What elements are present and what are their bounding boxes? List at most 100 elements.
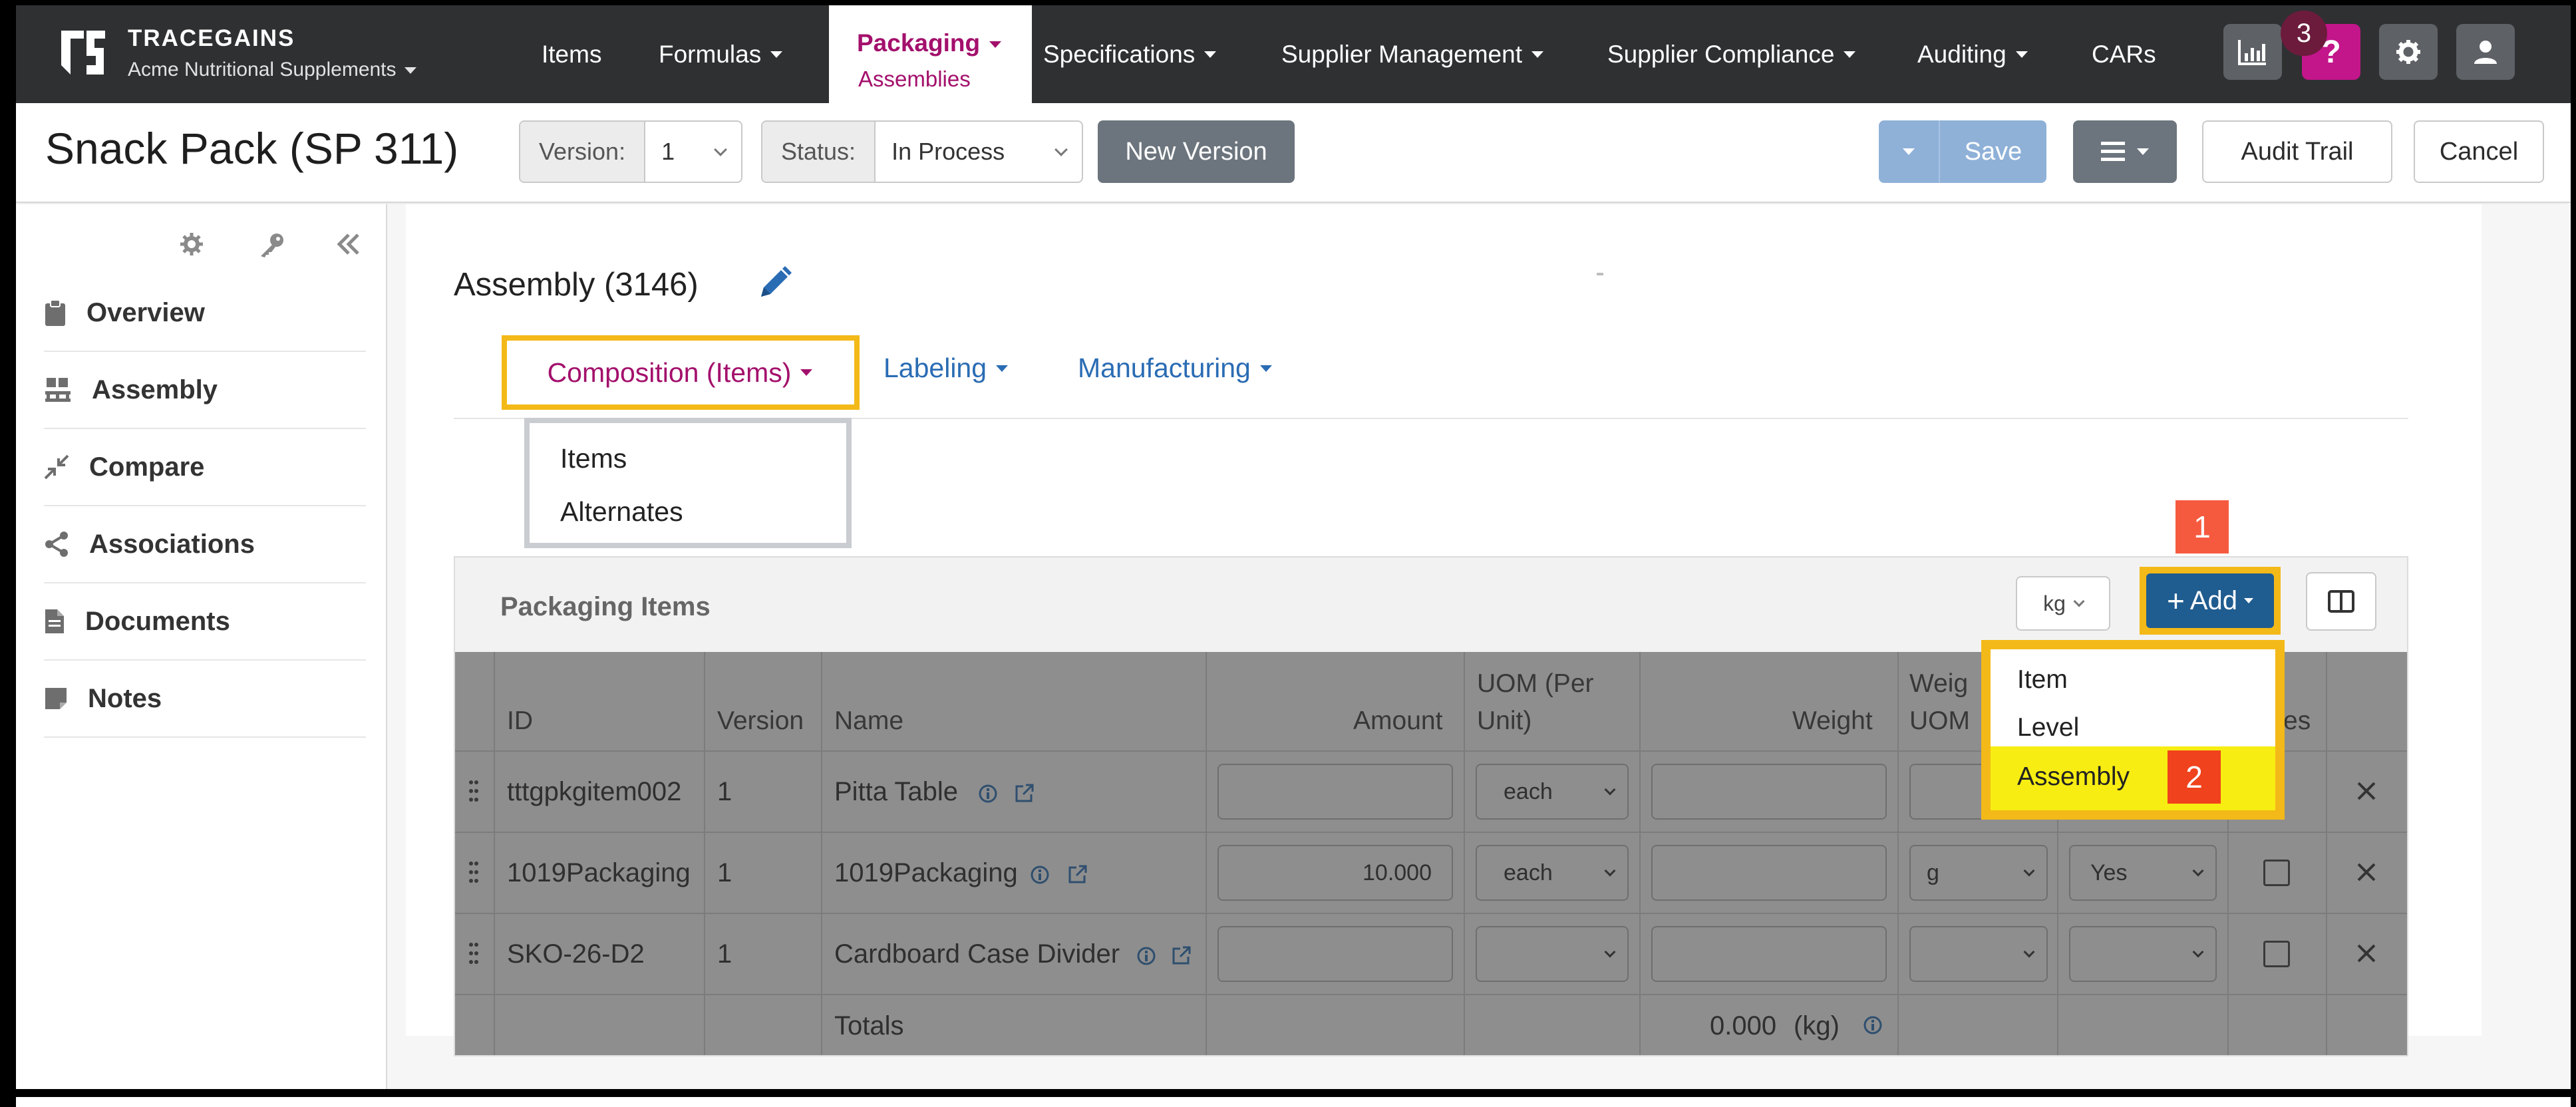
cell-id: tttgpkgitem002 bbox=[507, 777, 682, 806]
column-header-uom-line2[interactable]: Unit) bbox=[1477, 707, 1531, 736]
column-header-amount[interactable]: Amount bbox=[1353, 707, 1442, 736]
info-icon[interactable] bbox=[978, 784, 998, 804]
page-title: Snack Pack (SP 311) bbox=[45, 124, 459, 173]
drag-handle-icon[interactable] bbox=[468, 780, 479, 802]
tab-manufacturing[interactable]: Manufacturing bbox=[1078, 353, 1272, 384]
window-border bbox=[0, 1089, 2576, 1097]
nav-supplier-compliance[interactable]: Supplier Compliance bbox=[1607, 5, 1856, 103]
chevron-down-icon bbox=[2023, 865, 2035, 877]
external-link-icon[interactable] bbox=[1067, 864, 1088, 885]
column-header-notes[interactable]: es bbox=[2283, 707, 2311, 736]
analytics-button[interactable] bbox=[2223, 24, 2282, 80]
collapse-sidebar-icon[interactable] bbox=[335, 232, 362, 256]
version-select[interactable]: Version: 1 bbox=[519, 120, 742, 183]
sidebar-item-associations[interactable]: Associations bbox=[44, 506, 366, 583]
close-icon[interactable] bbox=[2356, 943, 2376, 963]
column-header-version[interactable]: Version bbox=[717, 707, 804, 736]
save-options-button[interactable] bbox=[1879, 120, 1940, 183]
step-callout-1: 1 bbox=[2175, 500, 2229, 554]
sidebar-item-assembly[interactable]: Assembly bbox=[44, 352, 366, 429]
weight-input[interactable] bbox=[1651, 926, 1887, 982]
key-icon[interactable] bbox=[258, 231, 286, 259]
gear-icon[interactable] bbox=[178, 231, 205, 257]
uom-select[interactable]: kg bbox=[2016, 576, 2110, 631]
external-link-icon[interactable] bbox=[1171, 945, 1192, 966]
tracegains-logo-icon[interactable] bbox=[57, 25, 109, 79]
chevron-down-icon bbox=[1844, 51, 1856, 58]
nav-packaging[interactable]: Packaging Assemblies bbox=[829, 5, 1032, 103]
flag-select[interactable] bbox=[2069, 926, 2217, 982]
add-button[interactable]: + Add bbox=[2146, 573, 2274, 628]
org-switcher[interactable]: Acme Nutritional Supplements bbox=[128, 59, 416, 81]
info-icon[interactable] bbox=[1863, 1015, 1883, 1035]
weight-input[interactable] bbox=[1651, 764, 1887, 820]
drag-handle-icon[interactable] bbox=[468, 861, 479, 883]
add-menu-item[interactable]: Item bbox=[2017, 665, 2068, 695]
close-icon[interactable] bbox=[2356, 862, 2376, 882]
info-icon[interactable] bbox=[1136, 946, 1156, 966]
nav-formulas[interactable]: Formulas bbox=[659, 5, 783, 103]
column-header-name[interactable]: Name bbox=[834, 707, 903, 736]
flag-select[interactable]: Yes bbox=[2069, 845, 2217, 901]
tab-composition[interactable]: Composition (Items) bbox=[506, 339, 854, 406]
column-header-uom-line1[interactable]: UOM (Per bbox=[1477, 669, 1594, 699]
menu-item-items[interactable]: Items bbox=[560, 443, 627, 474]
nav-specifications-label: Specifications bbox=[1043, 40, 1196, 68]
weight-uom-select[interactable] bbox=[1909, 926, 2048, 982]
note-icon[interactable] bbox=[2263, 941, 2290, 967]
external-link-icon[interactable] bbox=[1014, 782, 1035, 804]
row-divider bbox=[455, 994, 2407, 995]
cell-version: 1 bbox=[717, 858, 732, 887]
nav-supplier-management[interactable]: Supplier Management bbox=[1281, 5, 1543, 103]
add-menu-level[interactable]: Level bbox=[2017, 713, 2079, 742]
pencil-icon[interactable] bbox=[756, 265, 793, 302]
status-value: In Process bbox=[891, 138, 1005, 165]
note-icon[interactable] bbox=[2263, 860, 2290, 886]
sidebar-item-label: Notes bbox=[88, 683, 162, 713]
nav-specifications[interactable]: Specifications bbox=[1043, 5, 1217, 103]
user-menu-button[interactable] bbox=[2456, 24, 2515, 80]
amount-input[interactable]: 10.000 bbox=[1217, 845, 1453, 901]
weight-uom-select[interactable] bbox=[1909, 764, 1989, 820]
chevron-down-icon bbox=[989, 41, 1002, 49]
weight-input[interactable] bbox=[1651, 845, 1887, 901]
status-select[interactable]: Status: In Process bbox=[761, 120, 1083, 183]
chevron-down-icon bbox=[1204, 51, 1217, 58]
amount-input[interactable] bbox=[1217, 764, 1453, 820]
user-icon bbox=[2474, 41, 2497, 64]
cancel-button[interactable]: Cancel bbox=[2414, 120, 2544, 183]
nav-items[interactable]: Items bbox=[542, 5, 601, 103]
audit-trail-button[interactable]: Audit Trail bbox=[2202, 120, 2392, 183]
assembly-title: Assembly (3146) bbox=[454, 267, 699, 303]
weight-uom-select[interactable]: g bbox=[1909, 845, 2048, 901]
cell-id: SKO-26-D2 bbox=[507, 939, 645, 969]
info-icon[interactable] bbox=[1030, 865, 1050, 885]
uom-select[interactable] bbox=[1476, 926, 1629, 982]
save-button[interactable]: Save bbox=[1940, 120, 2046, 183]
row-divider bbox=[455, 832, 2407, 833]
uom-value: kg bbox=[2043, 591, 2066, 615]
settings-button[interactable] bbox=[2379, 24, 2438, 80]
amount-input[interactable] bbox=[1217, 926, 1453, 982]
drag-handle-icon[interactable] bbox=[468, 942, 479, 965]
sidebar-item-documents[interactable]: Documents bbox=[44, 583, 366, 661]
sidebar-item-compare[interactable]: Compare bbox=[44, 429, 366, 506]
column-toggle-button[interactable] bbox=[2306, 572, 2376, 631]
close-icon[interactable] bbox=[2356, 781, 2376, 801]
actions-menu-button[interactable] bbox=[2073, 120, 2177, 183]
nav-auditing[interactable]: Auditing bbox=[1917, 5, 2028, 103]
column-header-weight[interactable]: Weight bbox=[1792, 707, 1873, 736]
uom-select[interactable]: each bbox=[1476, 845, 1629, 901]
column-header-weight-uom-line1[interactable]: Weig bbox=[1909, 669, 1968, 699]
uom-select[interactable]: each bbox=[1476, 764, 1629, 820]
add-button-label: Add bbox=[2189, 585, 2238, 615]
sidebar-item-overview[interactable]: Overview bbox=[44, 275, 366, 352]
nav-cars[interactable]: CARs bbox=[2092, 5, 2156, 103]
sidebar-item-notes[interactable]: Notes bbox=[44, 661, 366, 738]
column-header-weight-uom-line2[interactable]: UOM bbox=[1909, 707, 1970, 736]
tab-labeling[interactable]: Labeling bbox=[884, 353, 1009, 384]
add-menu-assembly[interactable]: Assembly bbox=[2017, 762, 2130, 792]
menu-item-alternates[interactable]: Alternates bbox=[560, 496, 683, 528]
new-version-button[interactable]: New Version bbox=[1098, 120, 1295, 183]
column-header-id[interactable]: ID bbox=[507, 707, 533, 736]
